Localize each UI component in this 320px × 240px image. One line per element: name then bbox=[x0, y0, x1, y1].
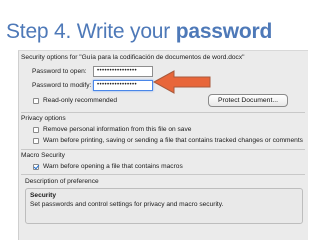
privacy-heading: Privacy options bbox=[21, 115, 66, 122]
warn-tracked-label: Warn before printing, saving or sending … bbox=[43, 137, 303, 144]
description-box: Security Set passwords and control setti… bbox=[25, 188, 303, 224]
read-only-label: Read-only recommended bbox=[43, 97, 118, 104]
password-open-field[interactable]: •••••••••••••••• bbox=[93, 66, 153, 77]
slide-title: Step 4. Write your password bbox=[6, 20, 272, 44]
description-text: Set passwords and control settings for p… bbox=[30, 201, 224, 208]
description-title: Security bbox=[30, 192, 57, 199]
divider bbox=[21, 149, 305, 150]
divider bbox=[21, 112, 305, 113]
warn-macros-checkbox[interactable] bbox=[33, 164, 39, 170]
security-options-label: Security options for "Guía para la codif… bbox=[21, 54, 245, 61]
remove-personal-label: Remove personal information from this fi… bbox=[43, 126, 192, 133]
password-open-label: Password to open: bbox=[32, 68, 87, 75]
password-modify-field[interactable]: •••••••••••••••• bbox=[93, 80, 153, 91]
protect-document-button[interactable]: Protect Document... bbox=[208, 94, 288, 107]
read-only-checkbox[interactable] bbox=[33, 98, 39, 104]
password-modify-label: Password to modify: bbox=[32, 82, 92, 89]
slide-title-prefix: Step 4. Write your bbox=[6, 20, 176, 43]
callout-arrow-icon bbox=[152, 70, 211, 94]
warn-macros-label: Warn before opening a file that contains… bbox=[43, 163, 183, 170]
remove-personal-checkbox[interactable] bbox=[33, 127, 39, 133]
warn-tracked-checkbox[interactable] bbox=[33, 138, 39, 144]
slide-title-bold: password bbox=[175, 20, 273, 43]
divider bbox=[21, 174, 305, 175]
macro-heading: Macro Security bbox=[21, 152, 65, 159]
description-heading: Description of preference bbox=[25, 178, 99, 185]
